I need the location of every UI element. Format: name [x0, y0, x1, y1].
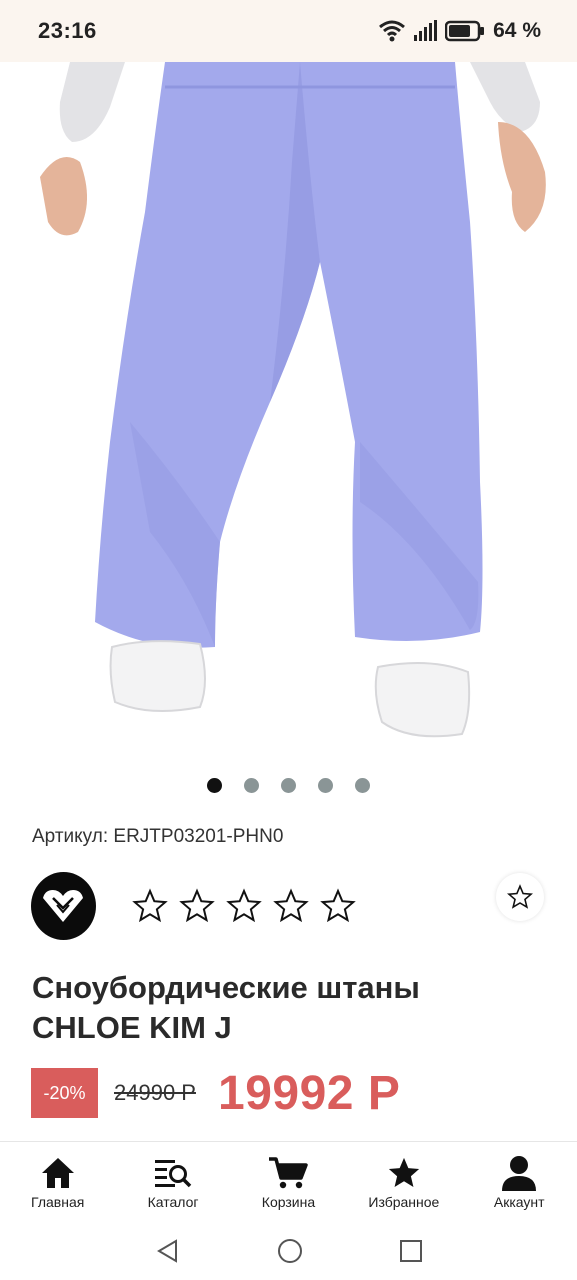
gallery-dot[interactable] [244, 778, 259, 793]
nav-favorites[interactable]: Избранное [349, 1142, 459, 1210]
product-title-line1: Сноубордические штаны [32, 970, 420, 1005]
product-sku: Артикул: ERJTP03201-PHN0 [32, 826, 284, 847]
nav-label-catalog: Каталог [147, 1194, 199, 1210]
star-outline-icon [507, 884, 533, 909]
nav-account[interactable]: Аккаунт [464, 1142, 574, 1210]
status-icons: 64 % [379, 19, 541, 43]
gallery-dot[interactable] [355, 778, 370, 793]
gallery-dot[interactable] [318, 778, 333, 793]
gallery-dot[interactable] [207, 778, 222, 793]
gallery-dots [0, 778, 577, 793]
product-title: Сноубордические штаны CHLOE KIM J [32, 968, 532, 1048]
nav-label-account: Аккаунт [493, 1194, 545, 1210]
user-icon [502, 1156, 537, 1191]
home-icon [41, 1158, 74, 1188]
bottom-nav: Главная Каталог Корзина Избранное Аккаун… [0, 1141, 577, 1222]
nav-label-favorites: Избранное [368, 1194, 440, 1210]
nav-cart[interactable]: Корзина [233, 1142, 343, 1210]
product-title-line2: CHLOE KIM J [32, 1010, 232, 1045]
product-photo [40, 62, 546, 738]
nav-catalog[interactable]: Каталог [118, 1142, 228, 1210]
back-icon[interactable] [155, 1238, 181, 1264]
star-outline-icon[interactable] [132, 888, 168, 924]
roxy-heart-icon [43, 890, 83, 922]
nav-label-home: Главная [31, 1194, 85, 1210]
signal-icon [414, 20, 438, 41]
old-price: 24990 Р [114, 1080, 196, 1105]
nav-home[interactable]: Главная [3, 1142, 113, 1210]
rating-stars[interactable] [132, 888, 356, 924]
system-nav-bar [0, 1221, 577, 1280]
gallery-dot[interactable] [281, 778, 296, 793]
battery-icon [445, 20, 485, 42]
wifi-icon [379, 20, 406, 42]
nav-label-cart: Корзина [261, 1194, 316, 1210]
status-bar: 23:16 64 % [0, 0, 577, 62]
star-outline-icon[interactable] [179, 888, 215, 924]
star-icon [388, 1157, 419, 1187]
battery-percent: 64 % [493, 19, 541, 42]
star-outline-icon[interactable] [226, 888, 262, 924]
catalog-search-icon [155, 1160, 192, 1188]
star-outline-icon[interactable] [273, 888, 309, 924]
cart-icon [269, 1157, 309, 1189]
add-to-favorites-button[interactable] [496, 873, 544, 921]
brand-logo[interactable] [31, 872, 96, 940]
star-outline-icon[interactable] [320, 888, 356, 924]
home-circle-icon[interactable] [277, 1238, 303, 1264]
discount-badge: -20% [31, 1068, 98, 1118]
product-image[interactable] [0, 62, 577, 762]
status-time: 23:16 [38, 18, 97, 43]
recents-icon[interactable] [399, 1239, 423, 1263]
new-price: 19992 Р [218, 1067, 401, 1120]
